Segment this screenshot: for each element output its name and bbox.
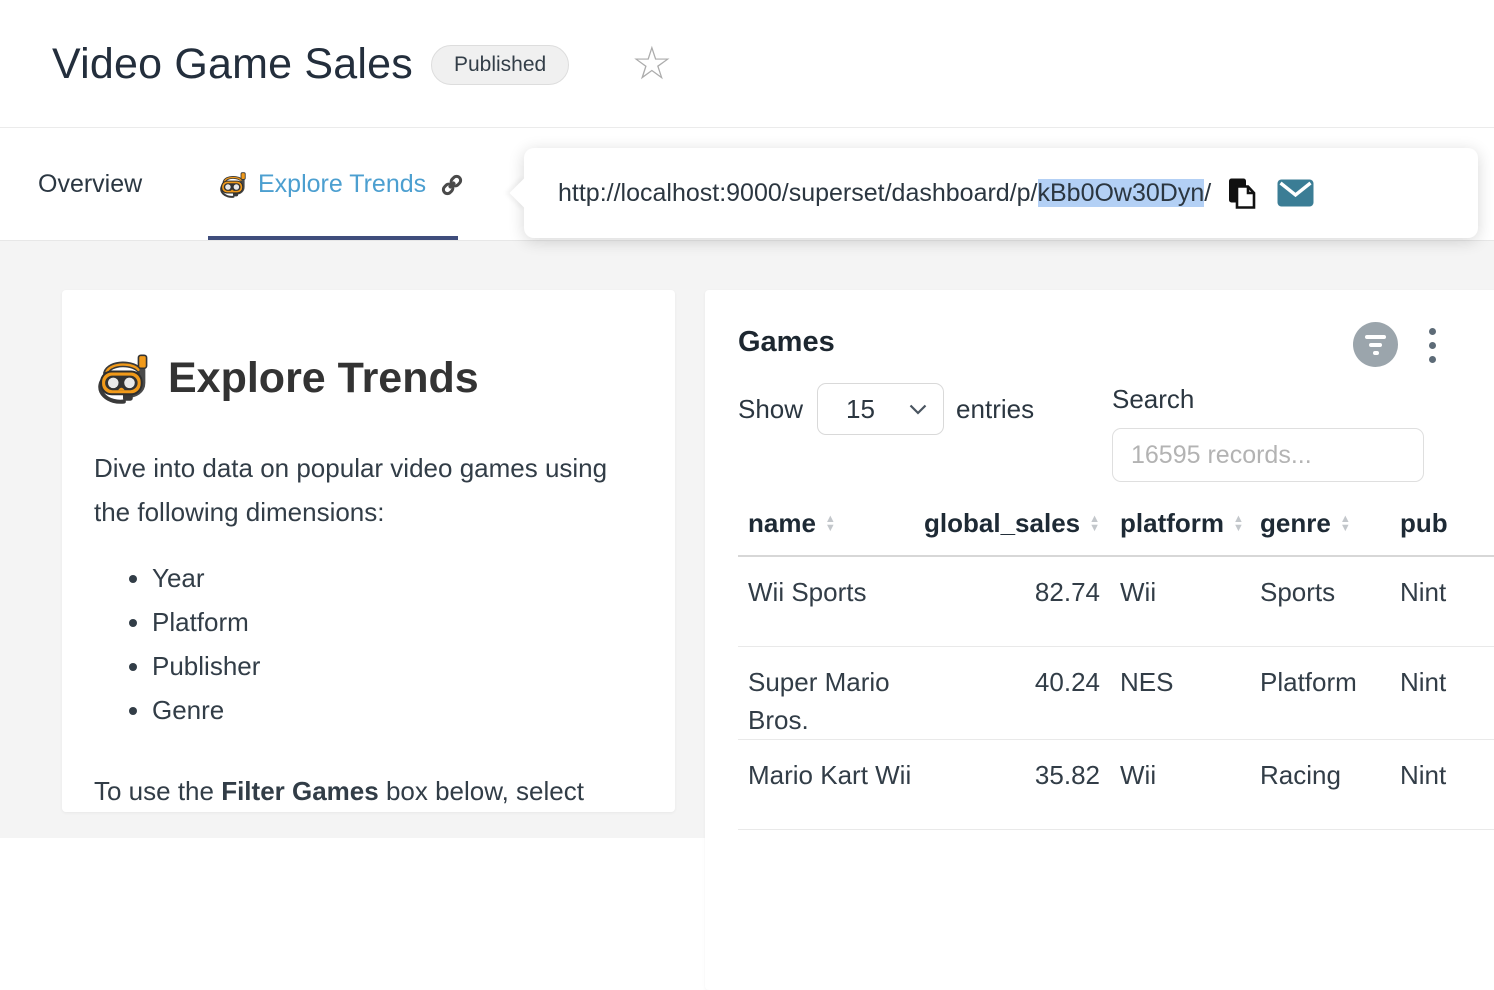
- published-badge[interactable]: Published: [431, 45, 569, 85]
- sort-icon: ▲▼: [825, 515, 836, 533]
- filter-indicator-icon[interactable]: [1353, 322, 1398, 367]
- column-header-name[interactable]: name ▲▼: [738, 508, 933, 556]
- share-url-suffix: /: [1204, 179, 1211, 207]
- cell-global-sales: 35.82: [933, 739, 1100, 829]
- markdown-heading: Explore Trends: [94, 352, 643, 404]
- markdown-heading-text: Explore Trends: [168, 354, 479, 403]
- list-item: Year: [152, 556, 643, 600]
- sort-icon: ▲▼: [1233, 515, 1244, 533]
- markdown-footer: To use the Filter Games box below, selec…: [94, 770, 643, 812]
- column-header-genre[interactable]: genre ▲▼: [1240, 508, 1380, 556]
- entries-label: entries: [956, 394, 1034, 425]
- cell-platform: Wii: [1100, 556, 1240, 646]
- column-header-platform[interactable]: platform ▲▼: [1100, 508, 1240, 556]
- share-url-popover: http://localhost:9000/superset/dashboard…: [524, 148, 1478, 238]
- cell-genre: Sports: [1240, 556, 1380, 646]
- link-icon[interactable]: [440, 173, 464, 197]
- share-url-selected-text: kBb0Ow30Dyn: [1038, 179, 1205, 207]
- tab-explore-trends-label: Explore Trends: [258, 170, 426, 199]
- table-header-row: name ▲▼ global_sales ▲▼ platform ▲▼: [738, 508, 1494, 556]
- show-label: Show: [738, 394, 803, 425]
- cell-platform: NES: [1100, 646, 1240, 739]
- page-title: Video Game Sales: [52, 40, 413, 89]
- dashboard-header: Video Game Sales Published ☆: [0, 0, 1494, 128]
- dashboard-content: Explore Trends Dive into data on popular…: [0, 241, 1494, 838]
- table-row: Super Mario Bros. 40.24 NES Platform Nin…: [738, 646, 1494, 739]
- table-row: Wii Sports 82.74 Wii Sports Nint: [738, 556, 1494, 646]
- diving-mask-icon: [218, 171, 248, 198]
- tab-overview[interactable]: Overview: [38, 129, 142, 240]
- cell-platform: Wii: [1100, 739, 1240, 829]
- games-card: Games Show 15 entries Search: [705, 290, 1494, 990]
- cell-publisher: Nint: [1380, 739, 1494, 829]
- cell-publisher: Nint: [1380, 646, 1494, 739]
- list-item: Platform: [152, 600, 643, 644]
- kebab-menu-icon[interactable]: [1427, 326, 1438, 365]
- cell-name: Mario Kart Wii: [738, 739, 933, 829]
- search-input[interactable]: [1112, 428, 1424, 482]
- active-tab-underline: [208, 236, 458, 240]
- markdown-card: Explore Trends Dive into data on popular…: [62, 290, 675, 812]
- table-row: Mario Kart Wii 35.82 Wii Racing Nint: [738, 739, 1494, 829]
- favorite-star-icon[interactable]: ☆: [631, 40, 672, 86]
- cell-global-sales: 82.74: [933, 556, 1100, 646]
- search-section: Search: [1112, 384, 1424, 482]
- filter-games-bold: Filter Games: [221, 776, 379, 806]
- page-size-select[interactable]: 15: [817, 383, 944, 435]
- markdown-intro: Dive into data on popular video games us…: [94, 446, 643, 534]
- share-url: http://localhost:9000/superset/dashboard…: [558, 179, 1211, 208]
- copy-icon[interactable]: [1227, 177, 1257, 210]
- page-size-controls: Show 15 entries: [738, 383, 1034, 435]
- games-table: name ▲▼ global_sales ▲▼ platform ▲▼: [738, 508, 1494, 830]
- email-icon[interactable]: [1277, 179, 1314, 207]
- cell-name: Wii Sports: [738, 556, 933, 646]
- tab-explore-trends[interactable]: Explore Trends: [218, 129, 464, 240]
- column-header-global-sales[interactable]: global_sales ▲▼: [933, 508, 1100, 556]
- cell-genre: Racing: [1240, 739, 1380, 829]
- chevron-down-icon: [909, 404, 927, 415]
- cell-publisher: Nint: [1380, 556, 1494, 646]
- cell-global-sales: 40.24: [933, 646, 1100, 739]
- diving-mask-icon: [94, 352, 152, 404]
- dimension-list: Year Platform Publisher Genre: [94, 556, 643, 732]
- sort-icon: ▲▼: [1340, 515, 1351, 533]
- share-url-prefix: http://localhost:9000/superset/dashboard…: [558, 179, 1038, 207]
- column-header-publisher[interactable]: pub: [1380, 508, 1494, 556]
- search-label: Search: [1112, 384, 1424, 415]
- cell-name: Super Mario Bros.: [738, 646, 933, 739]
- list-item: Genre: [152, 688, 643, 732]
- cell-genre: Platform: [1240, 646, 1380, 739]
- list-item: Publisher: [152, 644, 643, 688]
- sort-icon: ▲▼: [1089, 515, 1100, 533]
- games-chart-title: Games: [738, 326, 835, 359]
- page-size-value: 15: [846, 394, 875, 425]
